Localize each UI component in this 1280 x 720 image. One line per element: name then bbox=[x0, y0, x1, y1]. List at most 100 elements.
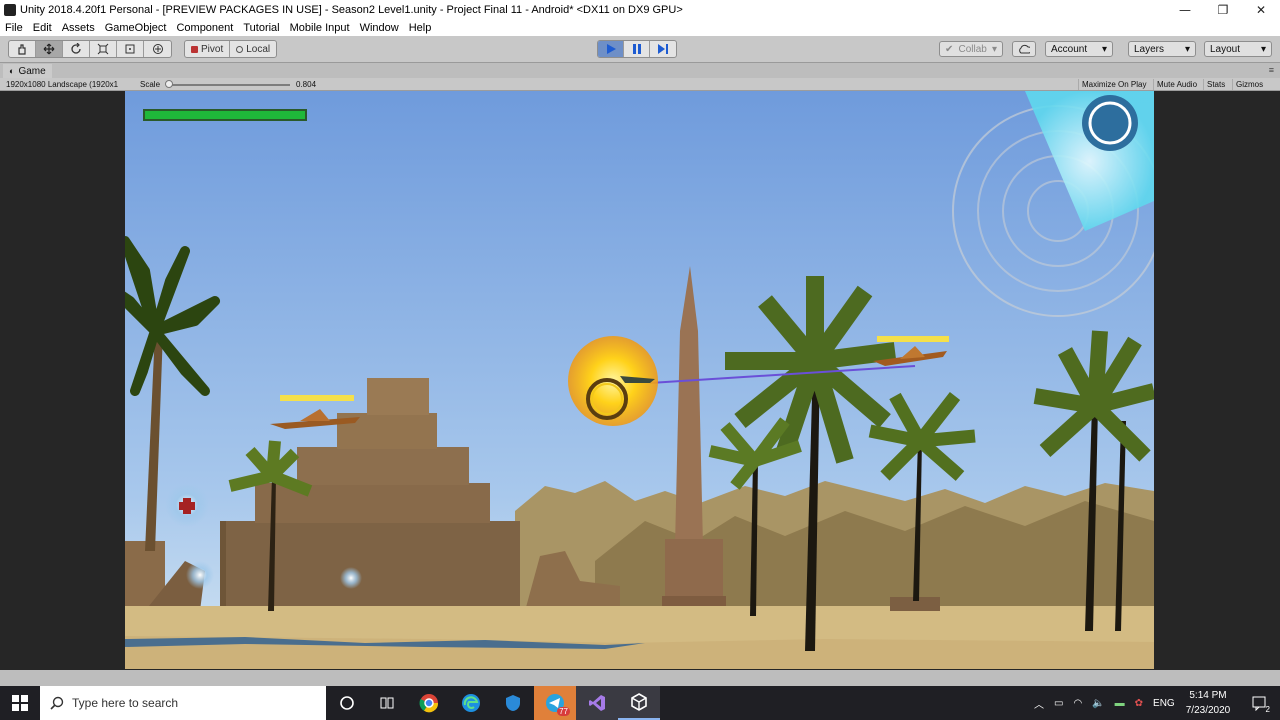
resolution-dropdown[interactable]: 1920x1080 Landscape (1920x1 bbox=[6, 80, 118, 89]
game-view[interactable] bbox=[125, 91, 1154, 669]
layout-label: Layout bbox=[1210, 43, 1241, 55]
cloud-button[interactable] bbox=[1012, 41, 1036, 57]
taskbar-clock[interactable]: 5:14 PM 7/23/2020 bbox=[1170, 688, 1246, 718]
notification-center-button[interactable]: 2 bbox=[1238, 686, 1280, 720]
chevron-up-icon[interactable]: ︿ bbox=[1034, 696, 1044, 711]
cloud-icon bbox=[1019, 44, 1030, 54]
enemy-health-bar-left bbox=[280, 395, 354, 401]
menu-file[interactable]: File bbox=[0, 22, 28, 34]
move-tool-button[interactable] bbox=[36, 41, 63, 57]
telegram-taskbar-button[interactable]: 77 bbox=[534, 686, 576, 720]
status-bar bbox=[0, 670, 1280, 686]
play-icon bbox=[606, 44, 616, 54]
move-arrows-icon bbox=[43, 43, 55, 55]
window-title: Unity 2018.4.20f1 Personal - [PREVIEW PA… bbox=[20, 4, 683, 16]
clock-time: 5:14 PM bbox=[1189, 690, 1227, 701]
close-button[interactable]: ✕ bbox=[1242, 0, 1280, 20]
checkmark-icon: ✔ bbox=[945, 43, 954, 55]
unity-icon bbox=[4, 4, 16, 16]
visual-studio-taskbar-button[interactable] bbox=[576, 686, 618, 720]
menu-window[interactable]: Window bbox=[355, 22, 404, 34]
unity-taskbar-button[interactable] bbox=[618, 686, 660, 720]
windows-logo-icon bbox=[12, 695, 28, 711]
clock-date: 7/23/2020 bbox=[1185, 705, 1231, 716]
stats-toggle[interactable]: Stats bbox=[1203, 79, 1228, 90]
tab-game-label: Game bbox=[18, 65, 46, 77]
pause-button[interactable] bbox=[624, 41, 650, 57]
collab-dropdown[interactable]: ✔ Collab ▾ bbox=[939, 41, 1003, 57]
battery-icon[interactable]: ▭ bbox=[1054, 698, 1063, 709]
chrome-taskbar-button[interactable] bbox=[408, 686, 450, 720]
app-tray-icon[interactable]: ✿ bbox=[1135, 698, 1143, 709]
menu-help[interactable]: Help bbox=[404, 22, 437, 34]
cortana-icon bbox=[340, 696, 354, 710]
mute-audio-toggle[interactable]: Mute Audio bbox=[1153, 79, 1200, 90]
system-tray: ︿ ▭ ◠ 🔈 ▬ ✿ ENG bbox=[1034, 686, 1175, 720]
chevron-down-icon: ▾ bbox=[1184, 43, 1190, 55]
local-button[interactable]: Local bbox=[230, 41, 276, 57]
rotate-icon bbox=[71, 43, 81, 54]
chevron-down-icon: ▾ bbox=[1101, 43, 1107, 55]
volume-icon[interactable]: 🔈 bbox=[1092, 698, 1104, 709]
player-health-bar bbox=[145, 111, 305, 119]
layers-label: Layers bbox=[1134, 43, 1165, 55]
taskbar-search[interactable]: Type here to search bbox=[40, 686, 326, 720]
scale-value: 0.804 bbox=[296, 80, 317, 89]
hand-icon bbox=[18, 44, 26, 55]
play-controls bbox=[597, 40, 677, 58]
visual-studio-icon bbox=[589, 695, 605, 711]
menu-edit[interactable]: Edit bbox=[28, 22, 57, 34]
layout-dropdown[interactable]: Layout ▾ bbox=[1204, 41, 1272, 57]
pivot-button[interactable]: Pivot bbox=[185, 41, 231, 57]
title-bar: Unity 2018.4.20f1 Personal - [PREVIEW PA… bbox=[0, 0, 1280, 20]
energy-orb bbox=[186, 561, 214, 589]
scale-tool-button[interactable] bbox=[90, 41, 117, 57]
security-taskbar-button[interactable] bbox=[492, 686, 534, 720]
menu-tutorial[interactable]: Tutorial bbox=[238, 22, 284, 34]
network-icon[interactable]: ▬ bbox=[1115, 698, 1125, 709]
maximize-on-play-toggle[interactable]: Maximize On Play bbox=[1078, 79, 1149, 90]
edge-taskbar-button[interactable] bbox=[450, 686, 492, 720]
tab-game[interactable]: ◐ Game bbox=[3, 64, 52, 78]
transform-tools bbox=[8, 40, 172, 58]
menu-gameobject[interactable]: GameObject bbox=[100, 22, 172, 34]
transform-tool-button[interactable] bbox=[144, 41, 171, 57]
gizmos-dropdown[interactable]: Gizmos bbox=[1232, 79, 1266, 90]
rect-transform-icon bbox=[125, 44, 135, 54]
wifi-icon[interactable]: ◠ bbox=[1073, 698, 1082, 709]
tab-bar: ◐ Game ≡ bbox=[0, 63, 1280, 78]
maximize-button[interactable]: ❐ bbox=[1204, 0, 1242, 20]
step-icon bbox=[658, 44, 668, 54]
windows-taskbar: Type here to search 77 ︿ ▭ ◠ 🔈 ▬ ✿ ENG 5… bbox=[0, 686, 1280, 720]
local-label: Local bbox=[246, 43, 271, 55]
notification-count: 2 bbox=[1265, 705, 1270, 714]
chevron-down-icon: ▾ bbox=[991, 43, 997, 55]
scale-slider-handle[interactable] bbox=[165, 80, 173, 88]
task-view-button[interactable] bbox=[366, 686, 408, 720]
search-placeholder: Type here to search bbox=[72, 696, 179, 710]
rect-tool-button[interactable] bbox=[117, 41, 144, 57]
chevron-down-icon: ▾ bbox=[1260, 43, 1266, 55]
task-view-icon bbox=[380, 697, 394, 709]
menu-mobile-input[interactable]: Mobile Input bbox=[285, 22, 355, 34]
cortana-button[interactable] bbox=[326, 686, 368, 720]
menu-component[interactable]: Component bbox=[171, 22, 238, 34]
pivot-icon bbox=[191, 45, 198, 53]
rotate-tool-button[interactable] bbox=[63, 41, 90, 57]
hand-tool-button[interactable] bbox=[9, 41, 36, 57]
tab-menu-icon[interactable]: ≡ bbox=[1269, 65, 1274, 75]
energy-orb bbox=[340, 567, 362, 589]
transform-icon bbox=[152, 44, 163, 54]
scale-icon bbox=[97, 43, 109, 55]
play-button[interactable] bbox=[598, 41, 624, 57]
game-controller-icon: ◐ bbox=[9, 66, 15, 76]
layers-dropdown[interactable]: Layers ▾ bbox=[1128, 41, 1196, 57]
step-button[interactable] bbox=[650, 41, 676, 57]
pause-icon bbox=[632, 44, 641, 54]
account-dropdown[interactable]: Account ▾ bbox=[1045, 41, 1113, 57]
scale-slider-track[interactable] bbox=[168, 84, 290, 86]
account-label: Account bbox=[1051, 43, 1088, 55]
minimize-button[interactable]: — bbox=[1166, 0, 1204, 20]
menu-assets[interactable]: Assets bbox=[57, 22, 100, 34]
start-button[interactable] bbox=[0, 686, 40, 720]
